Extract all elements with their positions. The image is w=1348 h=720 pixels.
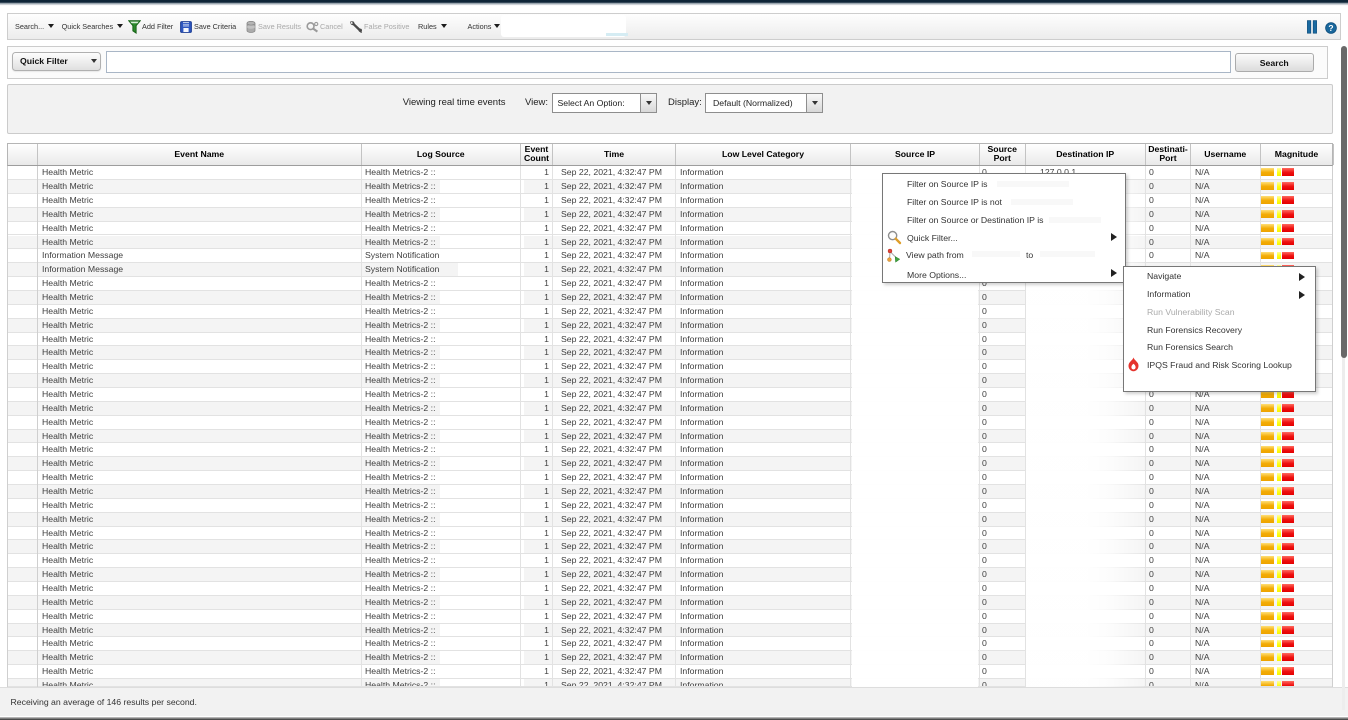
svg-text:?: ? [1328,22,1333,32]
